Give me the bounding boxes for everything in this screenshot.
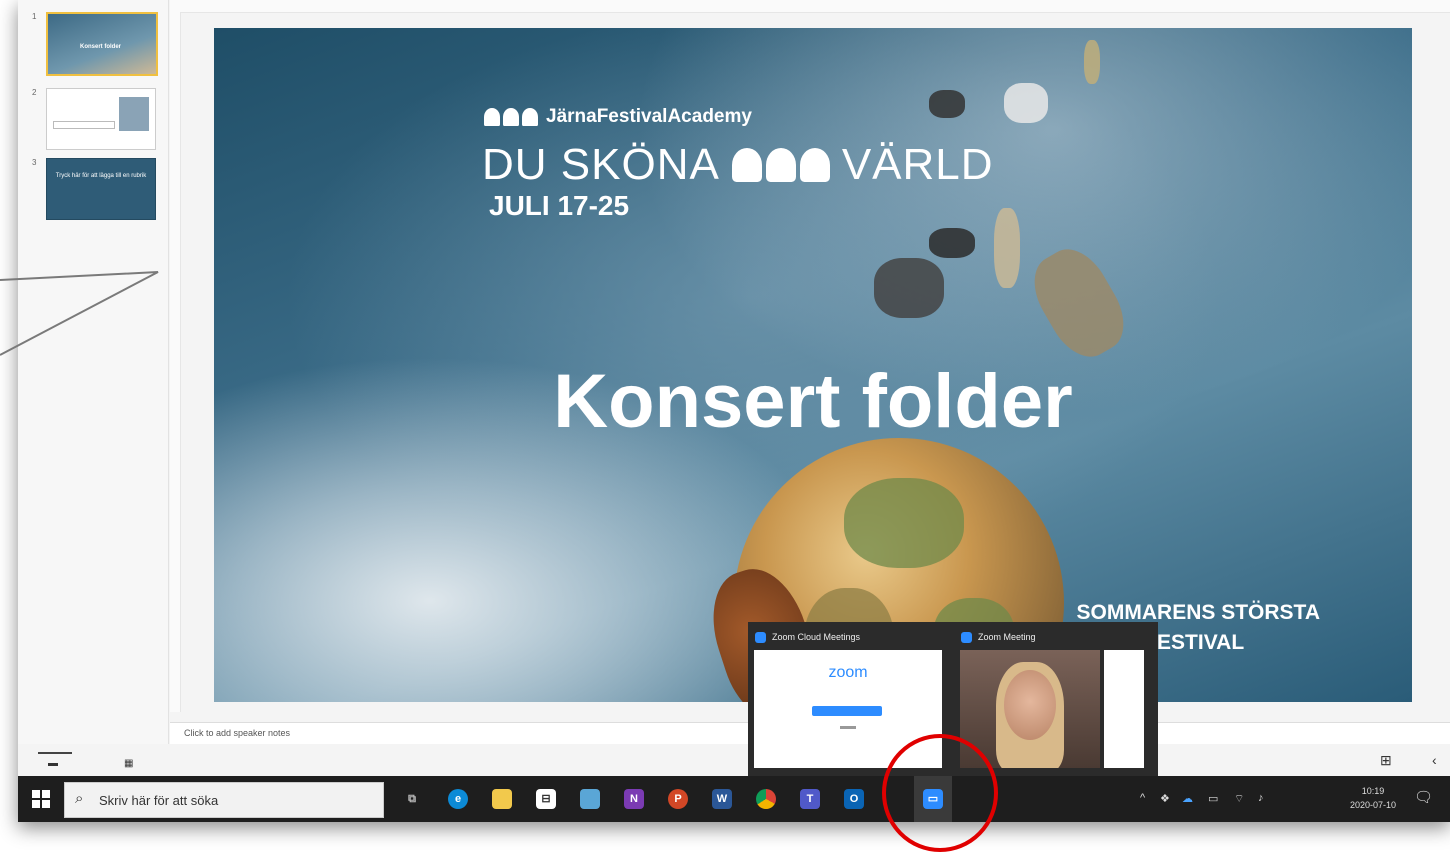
debris-shape xyxy=(1004,83,1048,123)
zoom-meeting-preview[interactable]: Zoom Meeting xyxy=(956,628,1152,774)
festival-dates: JULI 17-25 xyxy=(489,190,630,221)
zoom-cloud-meetings-preview[interactable]: Zoom Cloud Meetings zoom xyxy=(750,628,946,774)
filmstrip-view-icon[interactable]: ▬ xyxy=(48,758,58,769)
start-button-icon[interactable] xyxy=(32,790,50,808)
thumbnail-number: 2 xyxy=(32,88,37,97)
teams-icon[interactable]: T xyxy=(800,789,820,809)
show-hidden-icons-icon[interactable]: ^ xyxy=(1140,792,1145,804)
collapse-panel-icon[interactable]: ‹ xyxy=(1432,752,1437,768)
thumbnail-image xyxy=(119,97,149,131)
debris-shape xyxy=(929,228,975,258)
active-view-indicator xyxy=(38,752,72,754)
preview-body: zoom xyxy=(754,650,942,768)
sign-in-link xyxy=(840,726,856,729)
word-icon[interactable]: W xyxy=(712,789,732,809)
slide-thumbnail-2[interactable] xyxy=(46,88,156,150)
store-icon[interactable]: ⊟ xyxy=(536,789,556,809)
chat-panel xyxy=(1104,650,1144,768)
logo-mark-icon xyxy=(484,108,538,126)
brand-name: JärnaFestivalAcademy xyxy=(546,106,752,127)
thumbnail-box xyxy=(53,121,115,129)
outlook-icon[interactable]: O xyxy=(844,789,864,809)
zoom-icon xyxy=(755,632,766,643)
preview-title: Zoom Cloud Meetings xyxy=(750,628,946,646)
preview-title-text: Zoom Meeting xyxy=(978,632,1036,642)
thumbnail-number: 3 xyxy=(32,158,37,167)
festival-theme: DU SKÖNA VÄRLD xyxy=(482,140,994,190)
theme-text-right: VÄRLD xyxy=(841,140,994,189)
thumbnail-text: Tryck här för att lägga till en rubrik xyxy=(55,173,147,179)
slide-thumbnail-3[interactable]: Tryck här för att lägga till en rubrik xyxy=(46,158,156,220)
notifications-icon[interactable]: 🗨 xyxy=(1414,788,1433,806)
volume-icon[interactable]: ♪ xyxy=(1258,792,1264,804)
debris-shape xyxy=(994,208,1020,288)
thumbnail-title: Konsert folder xyxy=(80,44,122,50)
add-slide-icon[interactable]: ⊞ xyxy=(1380,752,1392,769)
zoom-icon xyxy=(961,632,972,643)
zoom-logo: zoom xyxy=(828,664,868,681)
chrome-icon[interactable] xyxy=(756,789,776,809)
edge-icon[interactable]: e xyxy=(448,789,468,809)
clock-date: 2020-07-10 xyxy=(1349,800,1396,810)
photos-icon[interactable] xyxy=(580,789,600,809)
grid-view-icon[interactable]: ▦ xyxy=(124,758,133,769)
festival-logo: JärnaFestivalAcademy xyxy=(484,106,752,128)
battery-icon[interactable]: ▭ xyxy=(1208,792,1218,805)
debris-shape xyxy=(1021,237,1137,369)
theme-mark-icon xyxy=(731,148,830,182)
vertical-ruler xyxy=(170,12,181,712)
windows-taskbar: ⌕ Skriv här för att söka ⧉ e ⊟ N P W T O… xyxy=(18,776,1450,822)
zoom-icon[interactable]: ▭ xyxy=(923,789,943,809)
search-placeholder: Skriv här för att söka xyxy=(99,793,219,808)
participant-face xyxy=(1004,670,1056,740)
dropbox-icon[interactable]: ❖ xyxy=(1160,792,1170,805)
onenote-icon[interactable]: N xyxy=(624,789,644,809)
zoom-taskbar-preview: Zoom Cloud Meetings zoom Zoom Meeting xyxy=(748,622,1158,776)
system-clock[interactable]: 10:19 2020-07-10 xyxy=(1350,784,1396,812)
search-icon: ⌕ xyxy=(75,790,84,807)
slide-thumbnail-1[interactable]: Konsert folder xyxy=(46,12,158,76)
globe-land xyxy=(844,478,964,568)
onedrive-icon[interactable]: ☁ xyxy=(1182,792,1193,805)
theme-text-left: DU SKÖNA xyxy=(482,140,720,189)
powerpoint-icon[interactable]: P xyxy=(668,789,688,809)
taskbar-search-box[interactable]: ⌕ Skriv här för att söka xyxy=(64,782,384,818)
thumbnail-number: 1 xyxy=(32,12,37,21)
presentation-window: 1 Konsert folder 2 3 Tryck här för att l… xyxy=(18,0,1450,822)
debris-shape xyxy=(1084,40,1100,84)
preview-title: Zoom Meeting xyxy=(956,628,1152,646)
file-explorer-icon[interactable] xyxy=(492,789,512,809)
clock-time: 10:19 xyxy=(1361,786,1385,796)
slide-title[interactable]: Konsert folder xyxy=(214,358,1412,445)
network-icon[interactable]: ⌔ xyxy=(1234,792,1244,806)
view-bar: ▬ ▦ ⊞ ‹ xyxy=(18,744,1450,774)
preview-title-text: Zoom Cloud Meetings xyxy=(772,632,861,642)
slide-thumbnail-panel: 1 Konsert folder 2 3 Tryck här för att l… xyxy=(18,0,169,750)
slide-canvas[interactable]: JärnaFestivalAcademy DU SKÖNA VÄRLD JULI… xyxy=(214,28,1412,702)
join-meeting-button xyxy=(812,706,882,716)
debris-shape xyxy=(929,90,965,118)
horizontal-ruler xyxy=(170,0,1450,13)
speaker-notes-placeholder: Click to add speaker notes xyxy=(184,728,291,738)
task-view-icon[interactable]: ⧉ xyxy=(402,789,422,809)
video-feed xyxy=(960,650,1100,768)
debris-shape xyxy=(874,258,944,318)
